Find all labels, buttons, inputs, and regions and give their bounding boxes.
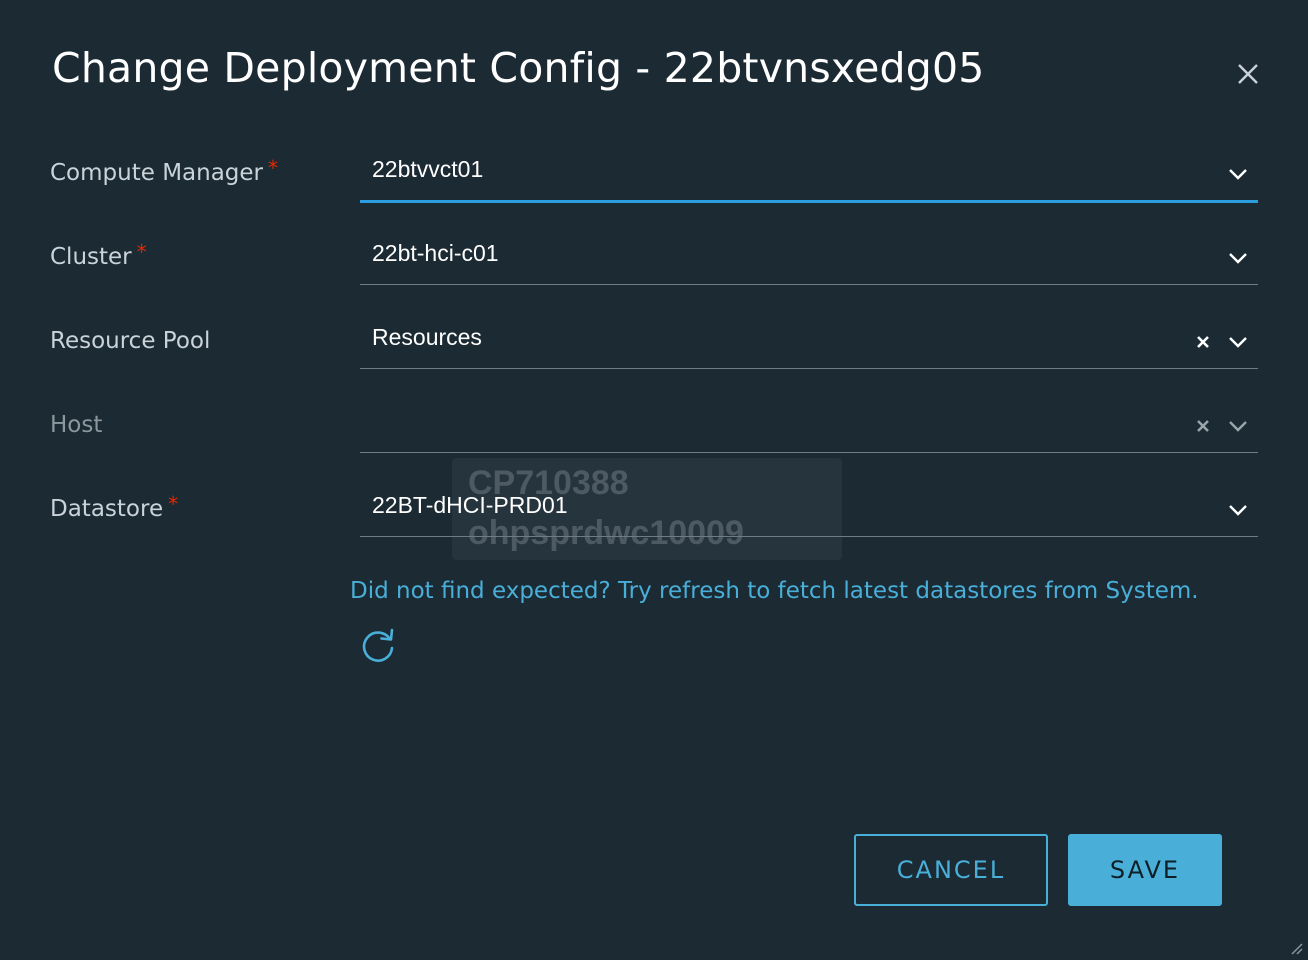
host-label: Host: [50, 412, 103, 438]
datastore-label: Datastore *: [50, 492, 179, 522]
required-marker: *: [268, 156, 279, 180]
datastore-select[interactable]: 22BT-dHCI-PRD01: [360, 486, 1258, 537]
cancel-button[interactable]: CANCEL: [854, 834, 1048, 906]
clear-icon[interactable]: [1194, 333, 1212, 351]
compute-manager-value: 22btvvct01: [372, 156, 484, 182]
refresh-icon[interactable]: [356, 624, 400, 668]
resource-pool-label: Resource Pool: [50, 328, 211, 354]
required-marker: *: [168, 492, 179, 516]
resize-handle-icon[interactable]: [1286, 938, 1304, 956]
resource-pool-value: Resources: [372, 324, 482, 350]
datastore-value: 22BT-dHCI-PRD01: [372, 492, 568, 518]
clear-icon[interactable]: [1194, 417, 1212, 435]
chevron-down-icon[interactable]: [1226, 166, 1250, 182]
change-deployment-config-dialog: Change Deployment Config - 22btvnsxedg05…: [0, 0, 1308, 960]
close-icon[interactable]: [1228, 54, 1268, 94]
required-marker: *: [136, 240, 147, 264]
chevron-down-icon[interactable]: [1226, 418, 1250, 434]
cluster-value: 22bt-hci-c01: [372, 240, 499, 266]
compute-manager-label: Compute Manager *: [50, 156, 279, 186]
dialog-title: Change Deployment Config - 22btvnsxedg05: [52, 44, 985, 92]
resource-pool-select[interactable]: Resources: [360, 318, 1258, 369]
cluster-row: Cluster * 22bt-hci-c01: [0, 234, 1308, 318]
save-button[interactable]: SAVE: [1068, 834, 1222, 906]
compute-manager-select[interactable]: 22btvvct01: [360, 150, 1258, 203]
cluster-select[interactable]: 22bt-hci-c01: [360, 234, 1258, 285]
chevron-down-icon[interactable]: [1226, 502, 1250, 518]
compute-manager-row: Compute Manager * 22btvvct01: [0, 150, 1308, 234]
host-select[interactable]: [360, 402, 1258, 453]
chevron-down-icon[interactable]: [1226, 250, 1250, 266]
chevron-down-icon[interactable]: [1226, 334, 1250, 350]
refresh-hint-text: Did not find expected? Try refresh to fe…: [350, 578, 1199, 604]
cluster-label: Cluster *: [50, 240, 147, 270]
datastore-row: Datastore * 22BT-dHCI-PRD01: [0, 486, 1308, 570]
resource-pool-row: Resource Pool Resources: [0, 318, 1308, 402]
